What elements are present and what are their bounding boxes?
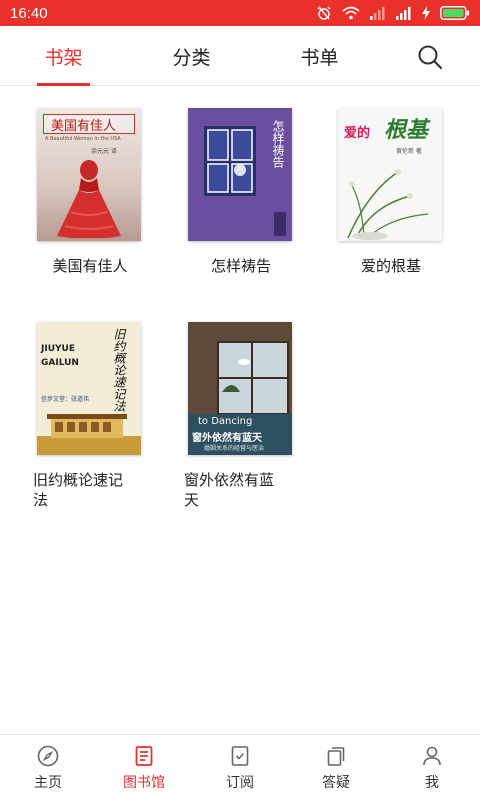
building-illustration — [37, 414, 141, 455]
nav-me-label: 我 — [425, 774, 439, 791]
signal-weak-icon — [370, 7, 385, 20]
cover-subtitle: A Beautiful Woman in the USA — [45, 136, 121, 142]
status-icons — [316, 5, 470, 21]
compass-icon — [37, 745, 59, 766]
search-button[interactable] — [416, 43, 444, 71]
cover-latin-b: GAILUN — [41, 358, 79, 368]
orchid-illustration — [347, 169, 429, 240]
signal-icon — [396, 7, 411, 20]
book-item[interactable]: 美国有佳人 A Beautiful Woman in the USA 余元元 译… — [37, 108, 141, 288]
cover-title: 美国有佳人 — [51, 119, 117, 134]
book-title: 窗外依然有蓝天 — [184, 471, 275, 509]
nav-library-label: 图书馆 — [123, 774, 165, 791]
search-icon — [418, 45, 443, 70]
book-title: 爱的根基 — [360, 257, 421, 275]
book-cover: JIUYUE GAILUN 旧约概论速记法 信步文堂：张道伟 — [37, 322, 141, 455]
charging-icon — [422, 6, 430, 20]
nav-subscribe[interactable]: 订阅 — [192, 735, 288, 800]
qa-icon — [327, 746, 345, 766]
nav-subscribe-label: 订阅 — [226, 774, 254, 791]
tab-bookshelf[interactable]: 书架 — [37, 26, 90, 86]
cover-title: 怎样祷告 — [271, 120, 285, 168]
person-icon — [423, 746, 441, 765]
book-item[interactable]: to Dancing 窗外依然有蓝天 婚姻关系的经营与医治 窗外依然有蓝天 — [184, 322, 292, 512]
tab-category-label: 分类 — [172, 46, 211, 69]
cover-author: 信步文堂：张道伟 — [41, 396, 90, 403]
battery-icon — [440, 6, 470, 20]
book-cover: 怎样祷告 — [188, 108, 292, 241]
nav-me[interactable]: 我 — [384, 735, 480, 800]
cover-title-a: 爱的 — [344, 126, 371, 141]
status-bar: 16:40 — [0, 0, 480, 26]
status-time: 16:40 — [10, 4, 48, 22]
tab-booklist[interactable]: 书单 — [293, 26, 346, 86]
book-item[interactable]: 怎样祷告 怎样祷告 — [188, 108, 292, 288]
book-title: 旧约概论速记法 — [33, 471, 124, 509]
book-cover: 美国有佳人 A Beautiful Woman in the USA 余元元 译 — [37, 108, 141, 241]
cover-title: 旧约概论速记法 — [112, 328, 126, 412]
book-cover: 爱的 根基 黄伦新 著 — [338, 108, 442, 241]
nav-home[interactable]: 主页 — [0, 735, 96, 800]
cover-author: 余元元 译 — [91, 148, 117, 155]
subscribe-icon — [231, 745, 249, 766]
tab-bookshelf-label: 书架 — [44, 46, 83, 69]
nav-qa-label: 答疑 — [322, 774, 350, 791]
book-cover: to Dancing 窗外依然有蓝天 婚姻关系的经营与医治 — [188, 322, 292, 455]
library-icon — [135, 745, 153, 766]
book-title: 美国有佳人 — [52, 257, 128, 275]
cover-en: to Dancing — [198, 416, 253, 427]
cover-title-b: 根基 — [384, 117, 429, 143]
nav-home-label: 主页 — [34, 774, 62, 791]
tab-booklist-label: 书单 — [300, 46, 339, 69]
tab-category[interactable]: 分类 — [165, 26, 218, 86]
wifi-icon — [342, 6, 360, 20]
red-dress-illustration — [57, 160, 121, 238]
nav-qa[interactable]: 答疑 — [288, 735, 384, 800]
top-tab-bar: 书架 分类 书单 — [0, 26, 480, 86]
nav-library[interactable]: 图书馆 — [96, 735, 192, 800]
book-title: 怎样祷告 — [210, 257, 271, 275]
cover-title: 窗外依然有蓝天 — [192, 433, 262, 444]
bottom-nav: 主页 图书馆 订阅 答疑 我 — [0, 734, 480, 800]
cover-latin-a: JIUYUE — [41, 344, 75, 354]
cover-subtitle: 婚姻关系的经营与医治 — [204, 445, 265, 452]
book-item[interactable]: 爱的 根基 黄伦新 著 爱的根基 — [338, 108, 442, 288]
book-item[interactable]: JIUYUE GAILUN 旧约概论速记法 信步文堂：张道伟 旧约概论速记法 — [33, 322, 141, 512]
alarm-off-icon — [317, 6, 331, 20]
